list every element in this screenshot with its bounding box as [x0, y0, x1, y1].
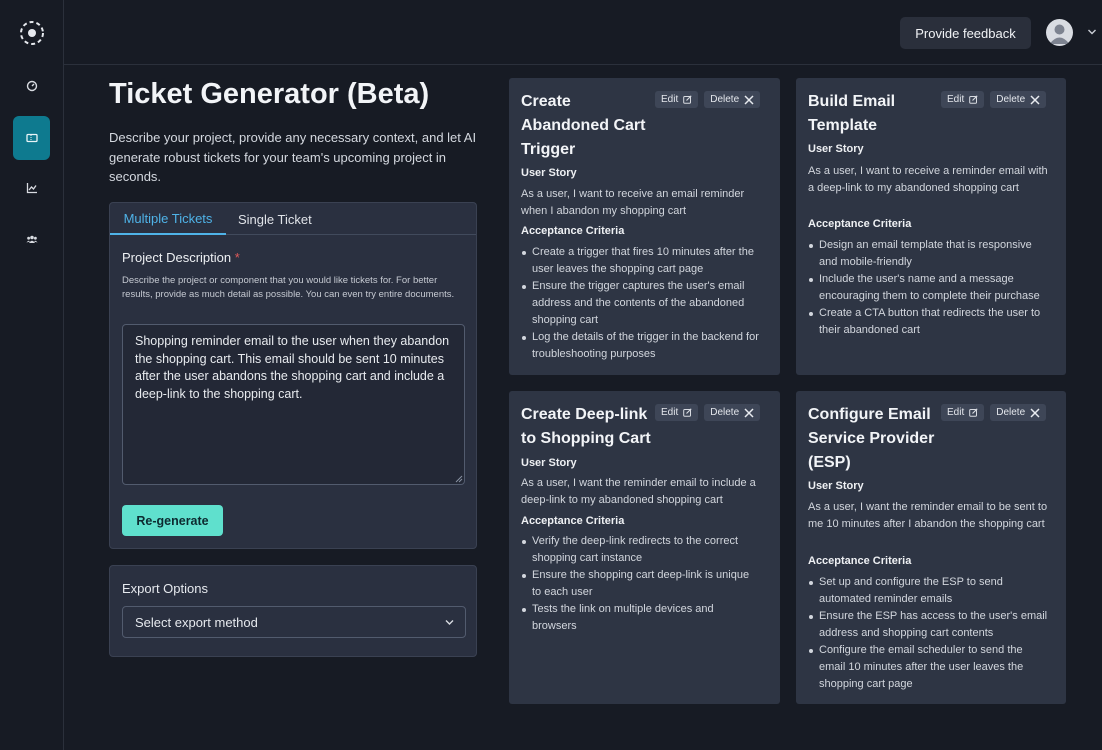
ticket-title: Configure Email Service Provider (ESP) — [808, 406, 935, 471]
sidebar-item-tickets[interactable] — [13, 116, 50, 160]
acceptance-criteria-list: Design an email template that is respons… — [808, 237, 1048, 339]
user-story-text: As a user, I want the reminder email to … — [808, 501, 1048, 530]
close-icon — [744, 94, 754, 105]
list-item: Log the details of the trigger in the ba… — [521, 329, 761, 363]
list-item: Create a CTA button that redirects the u… — [808, 305, 1048, 339]
acceptance-criteria-heading: Acceptance Criteria — [808, 218, 912, 230]
delete-button[interactable]: Delete — [704, 404, 761, 421]
chevron-down-icon — [445, 620, 454, 625]
edit-icon — [683, 408, 692, 417]
list-item: Create a trigger that fires 10 minutes a… — [521, 244, 761, 278]
ticket-card: Create Deep-link to Shopping Cart Edit D… — [509, 391, 780, 704]
ticket-title: Build Email Template — [808, 93, 896, 134]
edit-button[interactable]: Edit — [655, 91, 699, 108]
export-options-title: Export Options — [122, 581, 208, 596]
acceptance-criteria-heading: Acceptance Criteria — [808, 555, 912, 567]
avatar[interactable] — [1046, 19, 1073, 46]
acceptance-criteria-list: Set up and configure the ESP to send aut… — [808, 574, 1048, 693]
acceptance-criteria-list: Create a trigger that fires 10 minutes a… — [521, 244, 761, 363]
delete-label: Delete — [710, 407, 740, 418]
edit-label: Edit — [947, 407, 965, 418]
user-story-text: As a user, I want to receive an email re… — [521, 188, 745, 217]
edit-label: Edit — [947, 94, 965, 105]
edit-button[interactable]: Edit — [655, 404, 699, 421]
ticket-title: Create Deep-link to Shopping Cart — [521, 406, 651, 447]
edit-icon — [969, 408, 978, 417]
ticket-card: Build Email Template Edit Delete User St… — [796, 78, 1066, 375]
delete-button[interactable]: Delete — [990, 91, 1047, 108]
tab-bar: Multiple Tickets Single Ticket — [110, 203, 476, 235]
close-icon — [744, 407, 754, 418]
ticket-actions: Edit Delete — [655, 404, 761, 421]
ticket-actions: Edit Delete — [655, 91, 761, 108]
user-story-heading: User Story — [808, 480, 864, 492]
delete-button[interactable]: Delete — [704, 91, 761, 108]
ticket-card: Configure Email Service Provider (ESP) E… — [796, 391, 1066, 704]
ticket-title: Create Abandoned Cart Trigger — [521, 93, 646, 158]
acceptance-criteria-heading: Acceptance Criteria — [521, 515, 625, 527]
chart-icon — [26, 183, 37, 194]
close-icon — [1030, 407, 1040, 418]
list-item: Ensure the shopping cart deep-link is un… — [521, 567, 761, 601]
edit-button[interactable]: Edit — [941, 91, 985, 108]
page-title: Ticket Generator (Beta) — [109, 78, 430, 110]
delete-label: Delete — [996, 94, 1026, 105]
ticket-actions: Edit Delete — [941, 404, 1047, 421]
export-method-value: Select export method — [135, 614, 258, 630]
project-description-help: Describe the project or component that y… — [122, 275, 455, 300]
list-item: Ensure the ESP has access to the user's … — [808, 608, 1048, 642]
team-icon — [26, 235, 37, 243]
page-description: Describe your project, provide any neces… — [109, 130, 477, 184]
project-description-input[interactable]: Shopping reminder email to the user when… — [122, 324, 465, 485]
list-item: Configure the email scheduler to send th… — [808, 642, 1048, 693]
tab-multiple-tickets[interactable]: Multiple Tickets — [110, 203, 226, 235]
edit-label: Edit — [661, 94, 679, 105]
edit-label: Edit — [661, 407, 679, 418]
ticket-card: Create Abandoned Cart Trigger Edit Delet… — [509, 78, 780, 375]
user-story-heading: User Story — [521, 457, 577, 469]
dashboard-icon — [26, 80, 37, 92]
user-story-heading: User Story — [808, 143, 864, 155]
app-logo-icon[interactable] — [19, 20, 45, 46]
regenerate-button[interactable]: Re-generate — [122, 505, 223, 536]
list-item: Design an email template that is respons… — [808, 237, 1048, 271]
close-icon — [1030, 94, 1040, 105]
sidebar-item-dashboard[interactable] — [13, 64, 50, 108]
delete-label: Delete — [996, 407, 1026, 418]
ticket-icon — [25, 133, 38, 143]
provide-feedback-button[interactable]: Provide feedback — [900, 17, 1031, 49]
project-description-label-text: Project Description — [122, 250, 232, 265]
sidebar-item-team[interactable] — [13, 217, 50, 261]
delete-label: Delete — [710, 94, 740, 105]
list-item: Ensure the trigger captures the user's e… — [521, 278, 761, 329]
export-method-select[interactable]: Select export method — [122, 606, 466, 638]
edit-icon — [683, 95, 692, 104]
resize-handle-icon[interactable] — [455, 475, 463, 483]
required-mark: * — [234, 250, 240, 265]
edit-icon — [969, 95, 978, 104]
ticket-form-panel: Multiple Tickets Single Ticket Project D… — [109, 202, 477, 549]
list-item: Include the user's name and a message en… — [808, 271, 1048, 305]
export-options-panel: Export Options Select export method — [109, 565, 477, 657]
ticket-actions: Edit Delete — [941, 91, 1047, 108]
acceptance-criteria-heading: Acceptance Criteria — [521, 225, 625, 237]
chevron-down-icon[interactable] — [1087, 28, 1097, 36]
list-item: Tests the link on multiple devices and b… — [521, 601, 761, 635]
tab-single-ticket[interactable]: Single Ticket — [238, 203, 312, 235]
project-description-label: Project Description * — [122, 250, 240, 265]
list-item: Set up and configure the ESP to send aut… — [808, 574, 1048, 608]
delete-button[interactable]: Delete — [990, 404, 1047, 421]
user-avatar-icon — [1049, 24, 1070, 44]
list-item: Verify the deep-link redirects to the co… — [521, 533, 761, 567]
user-story-text: As a user, I want the reminder email to … — [521, 477, 756, 506]
user-story-heading: User Story — [521, 167, 577, 179]
acceptance-criteria-list: Verify the deep-link redirects to the co… — [521, 533, 761, 635]
user-story-text: As a user, I want to receive a reminder … — [808, 165, 1048, 194]
sidebar — [0, 0, 64, 750]
sidebar-item-analytics[interactable] — [13, 166, 50, 210]
edit-button[interactable]: Edit — [941, 404, 985, 421]
